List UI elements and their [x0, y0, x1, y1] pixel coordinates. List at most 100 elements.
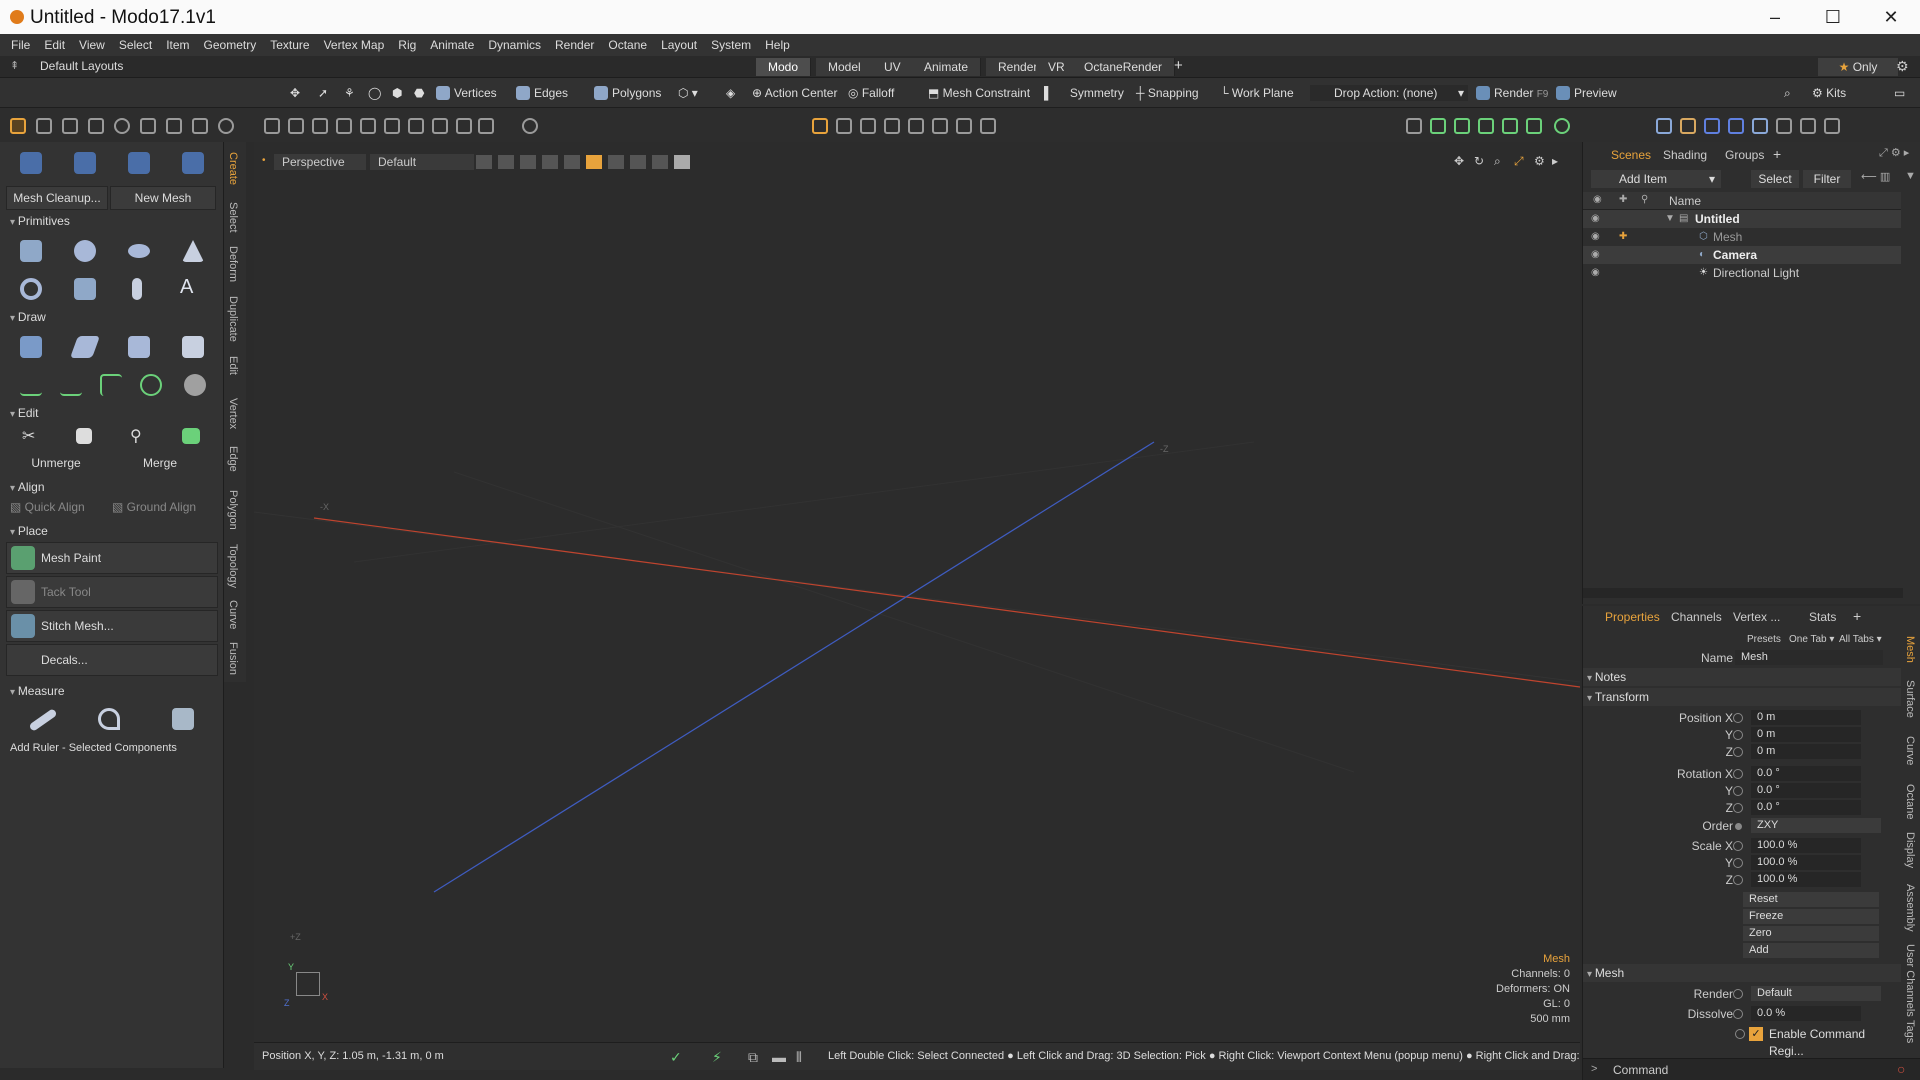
protractor-icon[interactable] [98, 708, 120, 730]
reset-dropdown[interactable]: Reset [1743, 892, 1879, 907]
material-mode-icon[interactable]: ⬡ ▾ [678, 85, 698, 101]
keyframe-icon[interactable] [1733, 713, 1743, 723]
image-icon[interactable] [1478, 118, 1494, 134]
curve-tool-5-icon[interactable] [184, 374, 206, 396]
auto-select-icon[interactable]: ◈ [726, 85, 735, 101]
scene-tool-8-icon[interactable] [1824, 118, 1840, 134]
measure-box-icon[interactable] [172, 708, 194, 730]
menu-help[interactable]: Help [758, 38, 797, 52]
create-tool-1-icon[interactable] [20, 152, 42, 174]
scene-tool-4-icon[interactable] [1728, 118, 1744, 134]
scene-tool-7-icon[interactable] [1800, 118, 1816, 134]
scene-scrollbar[interactable] [1583, 588, 1903, 598]
curve-tool-4-icon[interactable] [140, 374, 162, 396]
wireframe-icon[interactable] [476, 155, 492, 169]
vtab-polygon[interactable]: Polygon [227, 490, 239, 530]
add-item-select[interactable]: Add Item ▾ [1591, 170, 1721, 188]
draw-tool-2-icon[interactable] [69, 336, 101, 358]
locator-icon[interactable] [1526, 118, 1542, 134]
rotation-x-field[interactable]: 0.0 ° [1751, 766, 1861, 781]
command-regions-checkbox[interactable]: ✓ [1749, 1027, 1763, 1041]
preview-button[interactable]: Preview [1556, 85, 1617, 101]
maximize-button[interactable]: ☐ [1804, 0, 1862, 34]
copy-icon[interactable] [76, 428, 92, 444]
scale-x-field[interactable]: 100.0 % [1751, 838, 1861, 853]
tab-shading[interactable]: Shading [1663, 148, 1707, 162]
pan-icon[interactable]: ✥ [1454, 154, 1464, 168]
decals-button[interactable]: Decals... [6, 644, 218, 676]
frame-display-icon[interactable] [564, 155, 580, 169]
3d-viewport[interactable]: -Z -X +Z Y X Z Mesh Channels: 0 Deformer… [254, 142, 1580, 1042]
vtab-octane[interactable]: Octane [1904, 784, 1916, 819]
keyframe-icon[interactable] [1733, 730, 1743, 740]
magnify-icon[interactable] [522, 118, 538, 134]
expand-icon[interactable] [408, 118, 424, 134]
tab-vertex[interactable]: Vertex ... [1733, 610, 1780, 624]
command-line[interactable]: > Command ○ [1583, 1058, 1920, 1080]
menu-select[interactable]: Select [112, 38, 159, 52]
element-mode-icon[interactable]: ⬢ [392, 85, 402, 101]
camera-icon[interactable] [336, 118, 352, 134]
tab-octanerender[interactable]: OctaneRender [1072, 58, 1176, 76]
tree-row-camera[interactable]: ◉ ◐ Camera [1583, 246, 1901, 264]
torus-primitive-icon[interactable] [20, 278, 42, 300]
grid-toggle-icon[interactable] [498, 155, 514, 169]
menu-rig[interactable]: Rig [391, 38, 423, 52]
keyframe-icon[interactable] [1733, 989, 1743, 999]
transform-section[interactable]: Transform [1583, 688, 1901, 706]
vertices-button[interactable]: Vertices [436, 85, 497, 101]
viewport-dot-icon[interactable]: • [262, 155, 266, 166]
scene-tool-2-icon[interactable] [1680, 118, 1696, 134]
scene-tool-5-icon[interactable] [1752, 118, 1768, 134]
mesh-layers-icon[interactable] [1430, 118, 1446, 134]
dissolve-field[interactable]: 0.0 % [1751, 1006, 1861, 1021]
rotation-z-field[interactable]: 0.0 ° [1751, 800, 1861, 815]
eye-icon[interactable]: ◉ [1591, 246, 1600, 264]
viewport-select-icon[interactable] [812, 118, 828, 134]
zoom-icon[interactable] [192, 118, 208, 134]
only-toggle[interactable]: ★ Only [1818, 58, 1898, 76]
mesh-cleanup-button[interactable]: Mesh Cleanup... [6, 186, 108, 210]
vtab-vertex[interactable]: Vertex [227, 398, 239, 429]
eye-icon[interactable]: ◉ [1591, 210, 1600, 228]
particles-icon[interactable] [1502, 118, 1518, 134]
command-input[interactable]: Command [1613, 1063, 1668, 1077]
menu-system[interactable]: System [704, 38, 758, 52]
add-layout-button[interactable]: + [1174, 57, 1183, 74]
new-mesh-button[interactable]: New Mesh [110, 186, 216, 210]
tab-properties[interactable]: Properties [1605, 610, 1660, 624]
view-type-select[interactable]: Perspective [274, 154, 366, 170]
default-layouts-label[interactable]: Default Layouts [40, 59, 123, 73]
vtab-duplicate[interactable]: Duplicate [227, 296, 239, 342]
add-tab-button[interactable]: + [1773, 146, 1781, 162]
polygons-button[interactable]: Polygons [594, 85, 661, 101]
scene-tool-3-icon[interactable] [1704, 118, 1720, 134]
status-run-icon[interactable]: ⚡ [712, 1049, 722, 1066]
tree-row-untitled[interactable]: ◉ ▼ ▤ Untitled [1583, 210, 1901, 228]
zero-dropdown[interactable]: Zero [1743, 926, 1879, 941]
search-icon[interactable]: ⌕ [1784, 85, 1791, 101]
menu-render[interactable]: Render [548, 38, 601, 52]
frame-icon[interactable] [384, 118, 400, 134]
refresh-icon[interactable] [218, 118, 234, 134]
merge-tool-icon[interactable] [182, 428, 200, 444]
fit-all-icon[interactable] [456, 118, 472, 134]
keyframe-icon[interactable] [1735, 1029, 1745, 1039]
merge-button[interactable]: Merge [110, 452, 210, 476]
draw-tool-3-icon[interactable] [128, 336, 150, 358]
scissors-icon[interactable]: ✂ [22, 426, 44, 448]
viewport-focus-icon[interactable] [980, 118, 996, 134]
grid-icon[interactable] [478, 118, 494, 134]
select-button[interactable]: Select [1751, 170, 1799, 188]
quick-align-button[interactable]: ▧ Quick Align [10, 500, 85, 514]
draw-header[interactable]: Draw [0, 308, 224, 326]
scale-y-field[interactable]: 100.0 % [1751, 855, 1861, 870]
order-select[interactable]: ZXY [1751, 818, 1881, 833]
rotate-icon[interactable] [62, 118, 78, 134]
curve-tool-2-icon[interactable] [60, 374, 82, 396]
status-timeline-icon[interactable]: ⫴ [796, 1049, 802, 1066]
add-prop-tab-button[interactable]: + [1853, 608, 1861, 624]
add-dot-icon[interactable] [1554, 118, 1570, 134]
tab-modo[interactable]: Modo [756, 58, 812, 76]
keyframe-icon[interactable] [1733, 858, 1743, 868]
